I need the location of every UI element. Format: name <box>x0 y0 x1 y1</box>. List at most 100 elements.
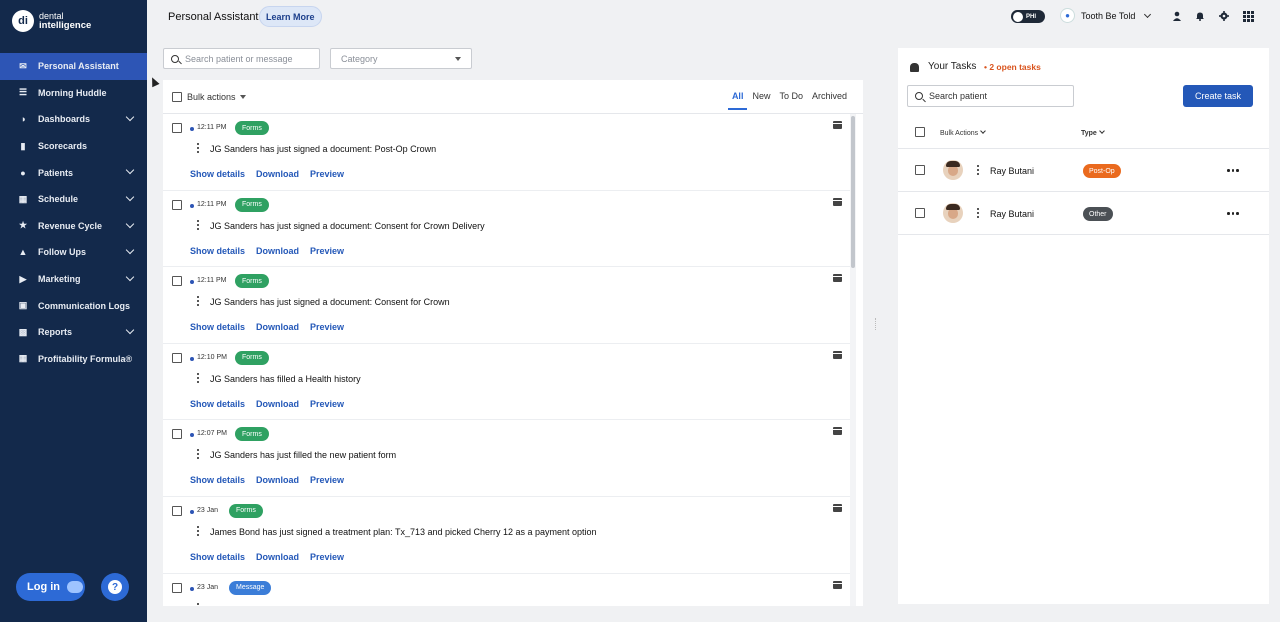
task-checkbox[interactable] <box>915 165 925 175</box>
download-link[interactable]: Download <box>256 475 299 485</box>
message-checkbox[interactable] <box>172 352 182 363</box>
archive-icon[interactable] <box>833 274 842 283</box>
sidebar-item[interactable]: ★ Revenue Cycle <box>0 213 147 240</box>
download-link[interactable]: Download <box>256 399 299 409</box>
drag-handle-icon[interactable] <box>977 165 979 175</box>
sidebar-item[interactable]: ▲ Follow Ups <box>0 239 147 266</box>
task-row[interactable]: Ray Butani Post-Op <box>898 149 1269 192</box>
task-row[interactable]: Ray Butani Other <box>898 192 1269 235</box>
sidebar-nav: ✉ Personal Assistant ☰ Morning Huddle ◑ Dashb… <box>0 53 147 372</box>
unread-dot <box>190 203 194 208</box>
bell-icon: ▲ <box>18 247 28 258</box>
download-link[interactable]: Download <box>256 322 299 332</box>
megaphone-icon: ▶ <box>19 273 27 284</box>
preview-link[interactable]: Preview <box>310 246 344 256</box>
task-search-input[interactable] <box>929 91 1069 101</box>
scrollbar-thumb[interactable] <box>851 116 855 268</box>
show-details-link[interactable]: Show details <box>190 399 245 409</box>
sidebar-item[interactable]: ▦ Schedule <box>0 186 147 213</box>
more-options-icon[interactable] <box>197 296 199 307</box>
open-tasks-count: • 2 open tasks <box>984 62 1041 72</box>
sidebar-item[interactable]: ▦ Profitability Formula® <box>0 346 147 373</box>
apps-grid-icon[interactable] <box>1242 10 1254 22</box>
task-checkbox[interactable] <box>915 208 925 218</box>
select-all-tasks-checkbox[interactable] <box>915 127 925 137</box>
archive-icon[interactable] <box>833 427 842 436</box>
archive-icon[interactable] <box>833 503 842 512</box>
more-options-icon[interactable] <box>197 219 199 230</box>
task-search[interactable] <box>907 85 1074 107</box>
sidebar-item[interactable]: ▣ Communication Logs <box>0 292 147 319</box>
panel-resize-handle[interactable] <box>875 318 877 330</box>
user-icon[interactable] <box>1171 10 1183 22</box>
gear-icon[interactable] <box>1218 10 1230 22</box>
practice-selector[interactable]: ● Tooth Be Told <box>1060 8 1152 23</box>
tasks-title: Your Tasks <box>928 61 977 72</box>
show-details-link[interactable]: Show details <box>190 169 245 179</box>
more-options-icon[interactable] <box>197 525 199 536</box>
message-checkbox[interactable] <box>172 123 182 133</box>
phi-toggle[interactable]: PHI <box>1011 10 1045 23</box>
show-details-link[interactable]: Show details <box>190 322 245 332</box>
bulk-actions-dropdown[interactable]: Bulk actions <box>187 92 246 102</box>
more-options-icon[interactable] <box>197 602 199 606</box>
archive-icon[interactable] <box>833 197 842 206</box>
drag-handle-icon[interactable] <box>977 208 979 218</box>
notifications-bell-icon[interactable] <box>1194 10 1206 22</box>
more-options-icon[interactable] <box>197 449 199 460</box>
message-tab[interactable]: New <box>752 91 770 101</box>
sidebar-item[interactable]: ▮ Scorecards <box>0 133 147 160</box>
show-details-link[interactable]: Show details <box>190 552 245 562</box>
type-column-filter[interactable]: Type <box>1081 128 1105 137</box>
message-tab[interactable]: Archived <box>812 91 847 101</box>
category-select[interactable]: Category <box>330 48 472 69</box>
download-link[interactable]: Download <box>256 246 299 256</box>
more-options-icon[interactable] <box>197 372 199 383</box>
download-link[interactable]: Download <box>256 169 299 179</box>
show-details-link[interactable]: Show details <box>190 475 245 485</box>
more-horizontal-icon[interactable] <box>1227 169 1239 172</box>
message-checkbox[interactable] <box>172 582 182 593</box>
show-details-link[interactable]: Show details <box>190 246 245 256</box>
sidebar-item[interactable]: ☰ Morning Huddle <box>0 80 147 107</box>
sidebar-item[interactable]: ✉ Personal Assistant <box>0 53 147 80</box>
learn-more-button[interactable]: Learn More <box>259 6 322 27</box>
message-search-input[interactable] <box>185 53 315 64</box>
sidebar-item[interactable]: ▶ Marketing <box>0 266 147 293</box>
help-button[interactable]: ? <box>101 573 129 601</box>
preview-link[interactable]: Preview <box>310 322 344 332</box>
sidebar-item[interactable]: ◑ Dashboards <box>0 106 147 133</box>
message-search[interactable] <box>163 48 320 69</box>
bell-icon <box>910 63 919 72</box>
create-task-button[interactable]: Create task <box>1183 85 1253 107</box>
message-tab[interactable]: All <box>728 91 747 110</box>
sidebar-item[interactable]: ▩ Reports <box>0 319 147 346</box>
preview-link[interactable]: Preview <box>310 552 344 562</box>
login-button[interactable]: Log in <box>16 573 85 601</box>
message-checkbox[interactable] <box>172 429 182 440</box>
unread-dot <box>190 356 194 361</box>
preview-link[interactable]: Preview <box>310 169 344 179</box>
archive-icon[interactable] <box>833 350 842 359</box>
sidebar-item[interactable]: ● Patients <box>0 159 147 186</box>
more-horizontal-icon[interactable] <box>1227 212 1239 215</box>
logo-line-2: intelligence <box>39 20 92 31</box>
message-tab[interactable]: To Do <box>779 91 803 101</box>
message-checkbox[interactable] <box>172 199 182 210</box>
preview-link[interactable]: Preview <box>310 399 344 409</box>
category-tag: Forms <box>235 197 269 212</box>
select-all-checkbox[interactable] <box>172 92 182 102</box>
chevron-down-icon <box>125 245 135 255</box>
message-scrollbar[interactable] <box>850 114 856 606</box>
dental-intelligence-logo[interactable]: di dental intelligence <box>12 10 91 32</box>
tasks-bulk-actions[interactable]: Bulk Actions <box>940 128 986 137</box>
chevron-down-icon <box>1098 128 1105 134</box>
message-checkbox[interactable] <box>172 505 182 516</box>
message-checkbox[interactable] <box>172 276 182 287</box>
category-tag: Forms <box>235 427 269 442</box>
download-link[interactable]: Download <box>256 552 299 562</box>
more-options-icon[interactable] <box>197 143 199 153</box>
preview-link[interactable]: Preview <box>310 475 344 485</box>
archive-icon[interactable] <box>833 580 842 589</box>
archive-icon[interactable] <box>833 121 842 129</box>
